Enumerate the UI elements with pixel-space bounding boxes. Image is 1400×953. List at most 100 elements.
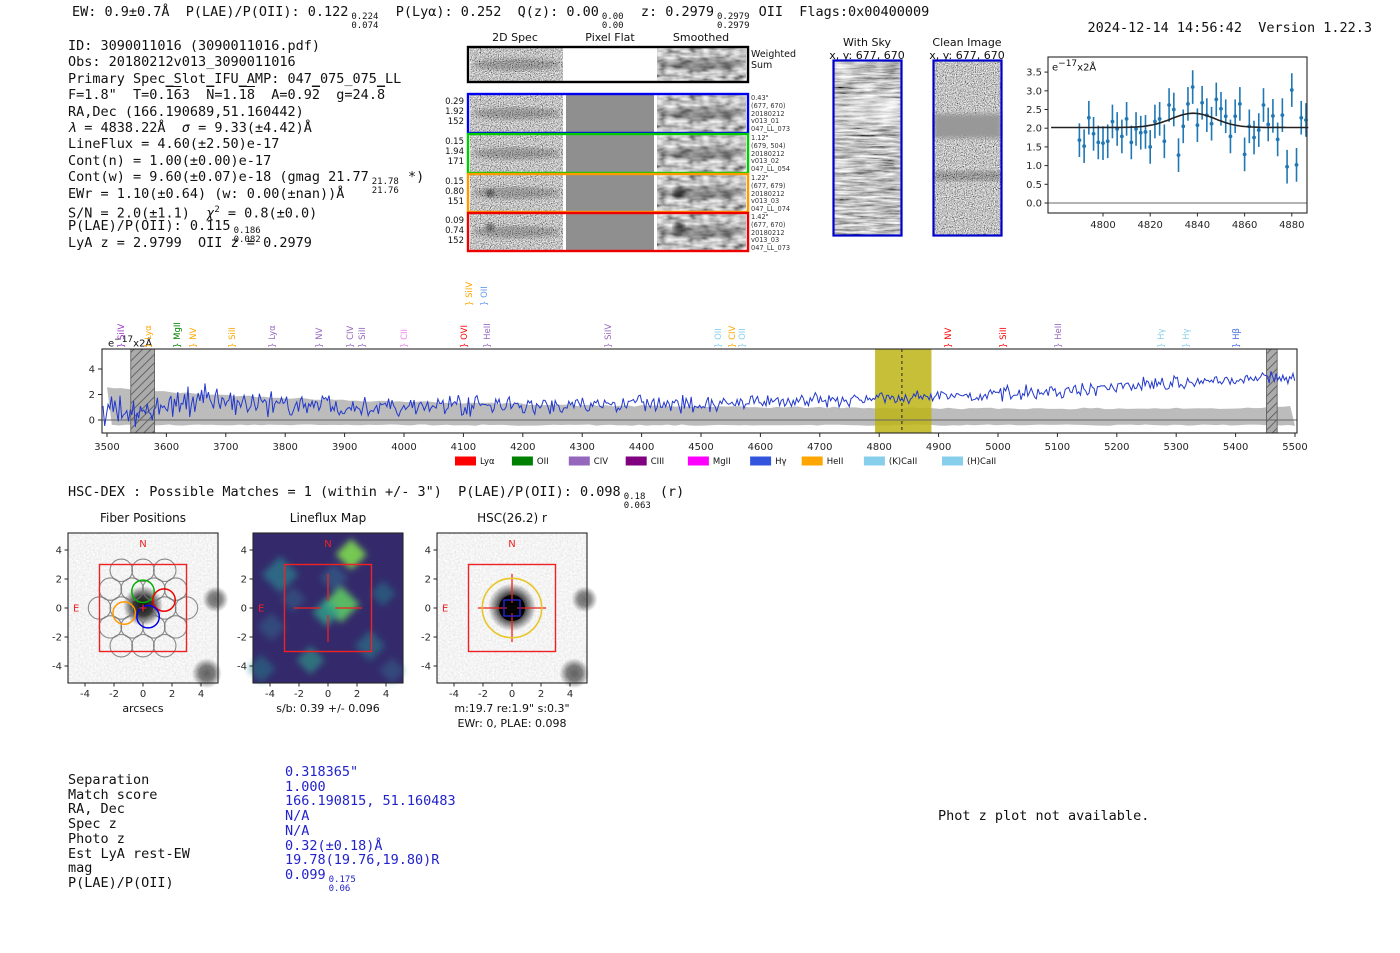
weighted-sum-box-streak-2	[660, 59, 743, 71]
text: 166.190815, 51.160483	[285, 793, 456, 809]
emission-line-label-OII-15: } OII	[714, 328, 725, 348]
text: 0.318365"	[285, 764, 358, 780]
y-tick-label: 0.0	[1026, 199, 1042, 210]
text: Primary Spec_Slot_IFU_AMP: 047_075_075_L…	[68, 71, 401, 87]
header-summary-line: EW: 0.9±0.7Å P(LAE)/P(OII): 0.1220.2240.…	[72, 4, 929, 31]
cutout-row-0-left-labels: 0.291.92152	[428, 97, 464, 127]
stacked-fraction: 0.1750.06	[329, 876, 356, 894]
x-tick-label: 2	[538, 689, 544, 700]
clean-smooth-band	[934, 114, 1001, 138]
x-tick-label: 5500	[1282, 442, 1307, 453]
emission-line-label-SiII-8: } SiII	[358, 327, 369, 348]
data-point	[1299, 116, 1303, 120]
text: =1.	[214, 87, 238, 103]
x-tick-label: 2	[354, 689, 360, 700]
photo-dark-blob	[559, 658, 589, 688]
x-tick-label: -2	[478, 689, 488, 700]
data-point	[1092, 132, 1096, 136]
x-tick-label: 5100	[1045, 442, 1070, 453]
match-row-value-4: N/A	[285, 823, 309, 839]
header-spacer	[1242, 20, 1258, 36]
match-row-value-1: 1.000	[285, 779, 326, 795]
y-tick-label: 1.0	[1026, 161, 1042, 172]
compass-north-label: N	[508, 539, 515, 550]
data-point	[1266, 123, 1270, 127]
weighted-sum-box	[455, 46, 755, 83]
cutout-row-2-dark-spot	[486, 189, 494, 197]
data-point	[1177, 153, 1181, 157]
x-tick-label: 4800	[866, 442, 891, 453]
text: 3	[182, 87, 206, 103]
data-point	[1153, 120, 1157, 124]
legend-label-CIII: CIII	[651, 457, 664, 467]
x-tick-label: 3700	[213, 442, 238, 453]
cutout-row-1-seg-1	[566, 135, 654, 172]
info-line-1: Obs: 20180212v013_3090011016	[68, 54, 424, 70]
text: RA,Dec (166.190689,51.160442)	[68, 104, 304, 120]
cutout-row-2-left-labels: 0.150.80151	[428, 177, 464, 207]
text: 19.78(19.76,19.80)R	[285, 852, 439, 868]
cutout-row-2-dark-blob	[674, 188, 685, 199]
weighted-sum-box-streak-0	[473, 59, 560, 71]
hsc-dex-header: HSC-DEX : Possible Matches = 1 (within +…	[68, 484, 684, 511]
line-fit-zoom-plot: 0.00.51.01.52.02.53.03.54800482048404860…	[1020, 45, 1350, 249]
match-row-label-3: Spec z	[68, 816, 117, 832]
y-tick-label: 2.5	[1026, 105, 1042, 116]
y-tick-label: 1.5	[1026, 142, 1042, 153]
legend-swatch-Hγ	[750, 457, 771, 466]
y-tick-label: 4	[56, 546, 62, 557]
stacked-fraction: 0.29790.2979	[717, 13, 750, 31]
sky-panel-1-image	[932, 59, 1003, 237]
legend-label-OII: OII	[537, 457, 549, 467]
text: F=1.8" T=0.	[68, 87, 166, 103]
text: LyA z = 2.9799 OII z = 0.2979	[68, 235, 312, 251]
info-line-11: P(LAE)/P(OII): 0.1150.1860.082	[68, 218, 424, 234]
match-row-label-7: P(LAE)/P(OII)	[68, 875, 174, 891]
x-tick-label: 4	[567, 689, 573, 700]
photo-dark-blob	[572, 586, 598, 612]
left-label: 0.15	[428, 177, 464, 187]
cutout-row-0-seg-1	[566, 95, 654, 132]
full-spectrum-plot: 0243500360037003800390040004100420043004…	[0, 330, 1400, 474]
x-tick-label: 4600	[748, 442, 773, 453]
legend-label-(H)CaII: (H)CaII	[967, 457, 996, 467]
info-line-7: Cont(n) = 1.00(±0.00)e-17	[68, 153, 424, 169]
y-tick-label: 4	[241, 546, 247, 557]
text: x2Å	[1077, 62, 1096, 73]
data-point	[1162, 139, 1166, 143]
x-tick-label: -4	[265, 689, 275, 700]
y-tick-label: 3.0	[1026, 86, 1042, 97]
data-point	[1101, 141, 1105, 145]
overlined-text: 16	[166, 87, 182, 103]
compass-east-label: E	[258, 604, 264, 615]
text: *)	[400, 169, 424, 185]
full-spectrum-svg: 0243500360037003800390040004100420043004…	[0, 330, 1400, 470]
hsc-panel-0-xlabel: arcsecs	[68, 702, 218, 715]
data-point	[1238, 102, 1242, 106]
y-tick-label: 0	[241, 604, 247, 615]
x-tick-label: 5400	[1223, 442, 1248, 453]
x-tick-label: 5000	[985, 442, 1010, 453]
x-tick-label: 0	[509, 689, 515, 700]
data-point	[1210, 122, 1214, 126]
hsc-panel-0-title: Fiber Positions	[68, 511, 218, 525]
x-tick-label: 3500	[94, 442, 119, 453]
y-tick-label: 2	[56, 575, 62, 586]
emission-line-label-Hβ-23: } Hβ	[1232, 328, 1243, 348]
emission-line-label-SiIV-14: } SiIV	[604, 324, 615, 348]
text: = 4838.22Å	[76, 120, 182, 136]
emission-line-label-NV-3: } NV	[189, 328, 200, 348]
y-tick-label: -2	[237, 633, 247, 644]
cutout-row-3-seg-1	[566, 214, 654, 250]
emission-line-label-HeII-13: } HeII	[483, 323, 494, 348]
sky-bright-band	[834, 97, 901, 123]
info-line-8: Cont(w) = 9.60(±0.07)e-18 (gmag 21.7721.…	[68, 169, 424, 185]
left-label: 1.92	[428, 107, 464, 117]
text: A=0.9	[255, 87, 312, 103]
data-point	[1219, 107, 1223, 111]
data-point	[1262, 103, 1266, 107]
left-label: 0.15	[428, 137, 464, 147]
x-tick-label: 4800	[1090, 220, 1115, 231]
info-line-4: RA,Dec (166.190689,51.160442)	[68, 104, 424, 120]
cutout-row-1	[455, 133, 755, 174]
